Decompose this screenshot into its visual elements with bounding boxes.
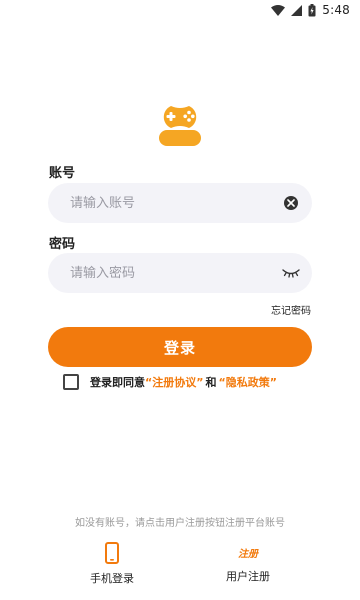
forgot-password-link[interactable]: 忘记密码 (271, 302, 311, 317)
phone-login-button[interactable]: 手机登录 (67, 542, 157, 586)
user-register-button[interactable]: 注册 用户注册 (203, 542, 293, 584)
phone-icon (105, 542, 119, 564)
privacy-link[interactable]: “隐私政策” (218, 374, 276, 390)
agreement-and: 和 (205, 376, 217, 389)
user-register-label: 用户注册 (226, 570, 270, 583)
register-hint: 如没有账号，请点击用户注册按钮注册平台账号 (75, 518, 285, 529)
clear-icon[interactable] (284, 196, 298, 210)
agreement-prefix: 登录即同意 (90, 376, 145, 389)
eye-closed-icon[interactable] (282, 267, 300, 279)
wifi-icon (271, 4, 286, 16)
agreement-checkbox[interactable] (63, 374, 79, 390)
status-time: 5:48 (322, 3, 350, 17)
register-icon: 注册 (238, 548, 258, 560)
account-label: 账号 (49, 166, 76, 181)
password-input[interactable] (48, 253, 312, 293)
account-input[interactable] (48, 183, 312, 223)
agreement-row: 登录即同意 “注册协议” 和 “隐私政策” (63, 374, 277, 390)
account-field (48, 183, 312, 223)
password-field (48, 253, 312, 293)
status-icons: 5:48 (271, 3, 350, 17)
battery-icon (308, 3, 316, 16)
password-label: 密码 (49, 237, 76, 252)
terms-link[interactable]: “注册协议” (145, 374, 203, 390)
app-logo (156, 104, 204, 148)
status-bar: 5:48 (0, 0, 360, 22)
signal-icon (291, 4, 303, 16)
game-box-logo (159, 106, 201, 146)
login-button[interactable]: 登录 (48, 327, 312, 367)
phone-login-label: 手机登录 (90, 572, 134, 585)
